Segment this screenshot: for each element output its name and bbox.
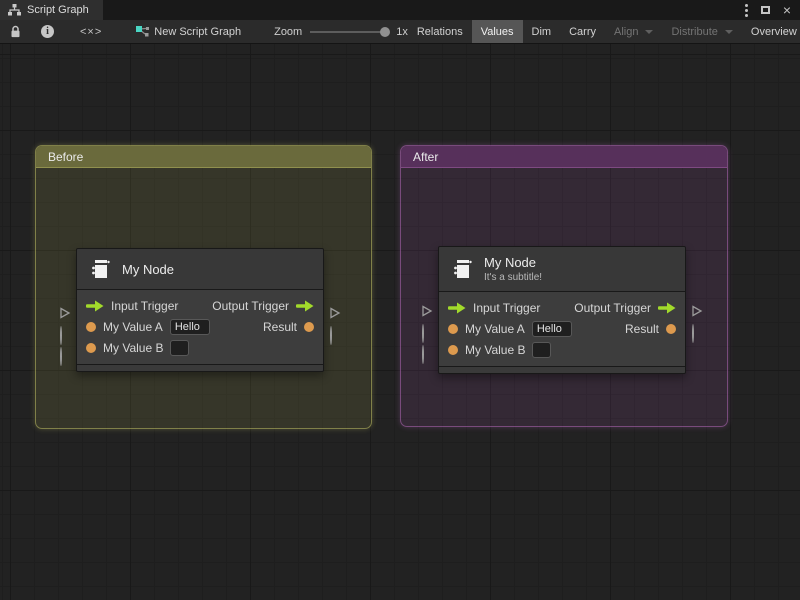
new-script-graph-label: New Script Graph <box>154 26 241 38</box>
outer-value-b-port[interactable] <box>421 346 433 358</box>
outer-flow-input-port[interactable] <box>421 304 433 316</box>
group-after[interactable]: After My Node It's a subtitl <box>400 145 728 427</box>
port-label: Output Trigger <box>212 299 289 313</box>
outer-result-port[interactable] <box>691 325 703 337</box>
flow-arrow-icon[interactable] <box>448 302 466 314</box>
carry-button[interactable]: Carry <box>560 20 605 43</box>
node-footer <box>439 366 685 373</box>
align-label: Align <box>614 26 638 38</box>
node-body: Input Trigger Output Trigger My Value A … <box>77 290 323 361</box>
window-controls: × <box>745 0 800 20</box>
zoom-slider-knob[interactable] <box>380 27 390 37</box>
node-title: My Node <box>122 262 174 277</box>
info-button[interactable]: i <box>31 20 64 43</box>
outer-flow-output-port[interactable] <box>329 306 341 318</box>
menu-dots-icon[interactable] <box>745 9 748 12</box>
outer-result-port[interactable] <box>329 327 341 339</box>
value-a-field[interactable] <box>170 319 210 335</box>
lock-icon <box>10 25 21 38</box>
outer-value-b-port[interactable] <box>59 348 71 360</box>
node-subtitle: It's a subtitle! <box>484 272 542 283</box>
dim-button[interactable]: Dim <box>523 20 561 43</box>
group-before[interactable]: Before My Node <box>35 145 372 429</box>
flow-arrow-icon[interactable] <box>296 300 314 312</box>
close-icon[interactable]: × <box>783 3 791 17</box>
outer-flow-input-port[interactable] <box>59 306 71 318</box>
info-icon: i <box>41 25 54 38</box>
zoom-control: Zoom 1x <box>274 20 408 43</box>
zoom-slider[interactable] <box>310 31 388 33</box>
port-label: Result <box>263 320 297 334</box>
graph-canvas[interactable]: Before My Node <box>0 44 800 600</box>
window-tab-bar: Script Graph × <box>0 0 800 20</box>
port-label: My Value B <box>103 341 163 355</box>
outer-value-a-port[interactable] <box>421 325 433 337</box>
port-label: Output Trigger <box>574 301 651 315</box>
port-label: Input Trigger <box>111 299 178 313</box>
group-after-header[interactable]: After <box>401 146 727 168</box>
node-header[interactable]: My Node It's a subtitle! <box>439 247 685 292</box>
value-b-field[interactable] <box>532 342 551 358</box>
port-label: Result <box>625 322 659 336</box>
my-node-before[interactable]: My Node Input Trigger Output Trigger <box>76 248 324 372</box>
lock-button[interactable] <box>0 20 31 43</box>
outer-flow-output-port[interactable] <box>691 304 703 316</box>
code-icon: <×> <box>80 26 102 38</box>
relations-button[interactable]: Relations <box>408 20 472 43</box>
value-port-icon[interactable] <box>86 322 96 332</box>
port-label: My Value A <box>103 320 163 334</box>
graph-toolbar: i <×> New Script Graph Zoom 1x Relations… <box>0 20 800 44</box>
value-port-icon[interactable] <box>448 345 458 355</box>
port-label: My Value A <box>465 322 525 336</box>
zoom-label: Zoom <box>274 26 302 38</box>
zoom-value: 1x <box>396 26 408 38</box>
overview-button[interactable]: Overview <box>742 20 800 43</box>
my-node-after[interactable]: My Node It's a subtitle! Input Trigger O… <box>438 246 686 374</box>
node-title: My Node <box>484 255 542 270</box>
graph-hierarchy-icon <box>8 4 21 16</box>
chevron-down-icon <box>725 30 733 34</box>
group-before-header[interactable]: Before <box>36 146 371 168</box>
value-port-icon[interactable] <box>304 322 314 332</box>
node-body: Input Trigger Output Trigger My Value A … <box>439 292 685 363</box>
my-node-icon <box>451 257 475 281</box>
tab-title: Script Graph <box>27 4 89 16</box>
node-header[interactable]: My Node <box>77 249 323 290</box>
chevron-down-icon <box>645 30 653 34</box>
script-graph-node-icon <box>135 25 150 38</box>
values-button[interactable]: Values <box>472 20 523 43</box>
value-a-field[interactable] <box>532 321 572 337</box>
distribute-button[interactable]: Distribute <box>662 20 741 43</box>
my-node-icon <box>89 257 113 281</box>
port-label: My Value B <box>465 343 525 357</box>
flow-arrow-icon[interactable] <box>658 302 676 314</box>
flow-arrow-icon[interactable] <box>86 300 104 312</box>
code-preview-button[interactable]: <×> <box>64 20 118 43</box>
tab-script-graph[interactable]: Script Graph <box>0 0 103 20</box>
align-button[interactable]: Align <box>605 20 662 43</box>
new-script-graph-button[interactable]: New Script Graph <box>126 20 250 43</box>
distribute-label: Distribute <box>671 26 717 38</box>
node-footer <box>77 364 323 371</box>
value-port-icon[interactable] <box>448 324 458 334</box>
port-label: Input Trigger <box>473 301 540 315</box>
maximize-icon[interactable] <box>761 6 770 14</box>
value-port-icon[interactable] <box>86 343 96 353</box>
value-b-field[interactable] <box>170 340 189 356</box>
outer-value-a-port[interactable] <box>59 327 71 339</box>
value-port-icon[interactable] <box>666 324 676 334</box>
